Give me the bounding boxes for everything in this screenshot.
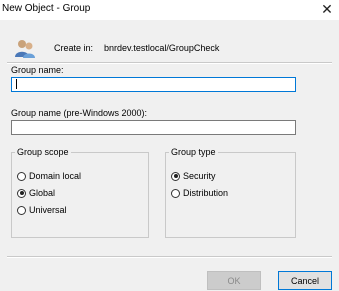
text-caret — [16, 79, 17, 89]
group-scope-box: Group scope Domain local Global Universa… — [11, 147, 149, 238]
title-bar: New Object - Group ✕ — [0, 0, 339, 20]
group-scope-legend: Group scope — [17, 147, 69, 157]
users-group-icon — [15, 40, 35, 58]
pre2000-name-label: Group name (pre-Windows 2000): — [11, 108, 148, 118]
pre2000-name-input[interactable] — [11, 120, 296, 135]
separator — [7, 256, 332, 258]
scope-universal-label: Universal — [29, 205, 67, 215]
separator — [7, 62, 332, 64]
close-icon[interactable]: ✕ — [319, 1, 335, 17]
scope-global-radio[interactable]: Global — [17, 187, 55, 199]
radio-selected-icon — [17, 188, 26, 198]
created-in-label: Create in: — [54, 43, 94, 53]
radio-circle-icon — [17, 171, 26, 181]
created-in-path: bnrdev.testlocal/GroupCheck — [104, 43, 220, 53]
cancel-button[interactable]: Cancel — [278, 271, 332, 290]
radio-selected-icon — [171, 171, 180, 181]
scope-domain-local-radio[interactable]: Domain local — [17, 170, 81, 182]
scope-domain-local-label: Domain local — [29, 171, 82, 181]
type-distribution-label: Distribution — [183, 188, 229, 198]
type-security-radio[interactable]: Security — [171, 170, 216, 182]
group-name-label: Group name: — [11, 65, 64, 75]
ok-button[interactable]: OK — [207, 271, 261, 290]
radio-circle-icon — [171, 188, 180, 198]
window-title: New Object - Group — [2, 3, 91, 14]
scope-global-label: Global — [29, 188, 56, 198]
group-type-legend: Group type — [171, 147, 216, 157]
group-name-input[interactable] — [11, 77, 296, 92]
type-distribution-radio[interactable]: Distribution — [171, 187, 228, 199]
radio-circle-icon — [17, 205, 26, 215]
group-type-box: Group type Security Distribution — [165, 147, 296, 238]
dialog-body: Create in: bnrdev.testlocal/GroupCheck G… — [0, 20, 339, 291]
type-security-label: Security — [183, 171, 216, 181]
scope-universal-radio[interactable]: Universal — [17, 204, 67, 216]
